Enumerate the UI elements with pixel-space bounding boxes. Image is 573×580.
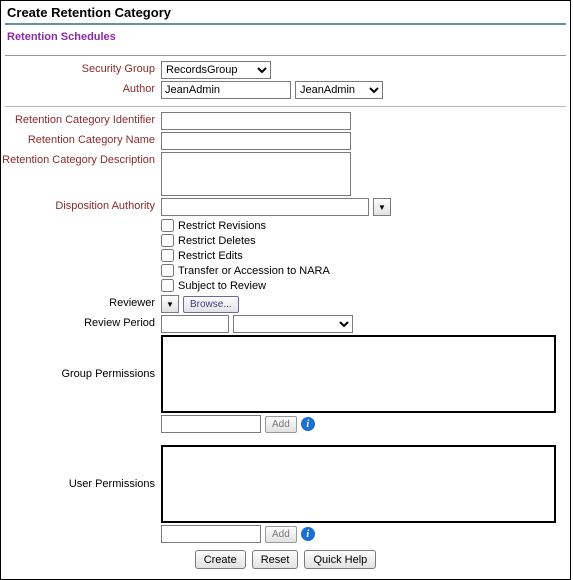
restrict-edits-line[interactable]: Restrict Edits bbox=[161, 248, 243, 263]
restrict-revisions-line[interactable]: Restrict Revisions bbox=[161, 218, 266, 233]
label-security-group: Security Group bbox=[1, 61, 161, 77]
row-security-group: Security Group RecordsGroup bbox=[1, 60, 570, 80]
reviewer-dropdown[interactable]: ▼ bbox=[161, 295, 179, 313]
label-reviewer: Reviewer bbox=[1, 295, 161, 311]
row-user-permissions: User Permissions bbox=[1, 444, 570, 524]
restrict-deletes-line[interactable]: Restrict Deletes bbox=[161, 233, 256, 248]
rc-name-input[interactable] bbox=[161, 132, 351, 150]
create-button[interactable]: Create bbox=[195, 550, 246, 569]
restrict-edits-checkbox[interactable] bbox=[161, 249, 174, 262]
info-icon[interactable]: i bbox=[301, 527, 315, 541]
section-divider-2 bbox=[5, 106, 566, 107]
disp-authority-input[interactable] bbox=[161, 198, 369, 216]
disp-authority-dropdown[interactable]: ▼ bbox=[373, 198, 391, 216]
row-rc-description: Retention Category Description bbox=[1, 151, 570, 197]
row-rc-name: Retention Category Name bbox=[1, 131, 570, 151]
chevron-down-icon: ▼ bbox=[166, 300, 174, 309]
author-select[interactable]: JeanAdmin bbox=[295, 81, 383, 99]
restrict-revisions-label: Restrict Revisions bbox=[178, 220, 266, 232]
group-permissions-box[interactable] bbox=[161, 335, 556, 413]
label-user-permissions: User Permissions bbox=[1, 476, 161, 492]
group-permissions-add-button[interactable]: Add bbox=[265, 416, 297, 433]
label-author: Author bbox=[1, 81, 161, 97]
label-rc-name: Retention Category Name bbox=[1, 132, 161, 148]
subject-review-label: Subject to Review bbox=[178, 280, 266, 292]
row-checkboxes: Restrict Revisions Restrict Deletes Rest… bbox=[1, 217, 570, 294]
review-period-input[interactable] bbox=[161, 315, 229, 333]
row-disp-authority: Disposition Authority ▼ bbox=[1, 197, 570, 217]
title-divider bbox=[5, 23, 566, 25]
label-group-permissions: Group Permissions bbox=[1, 366, 161, 382]
label-review-period: Review Period bbox=[1, 315, 161, 331]
subject-review-checkbox[interactable] bbox=[161, 279, 174, 292]
transfer-nara-label: Transfer or Accession to NARA bbox=[178, 265, 330, 277]
info-icon[interactable]: i bbox=[301, 417, 315, 431]
restrict-deletes-checkbox[interactable] bbox=[161, 234, 174, 247]
reset-button[interactable]: Reset bbox=[252, 550, 299, 569]
row-author: Author JeanAdmin bbox=[1, 80, 570, 100]
row-review-period: Review Period bbox=[1, 314, 570, 334]
transfer-nara-line[interactable]: Transfer or Accession to NARA bbox=[161, 263, 330, 278]
rc-description-textarea[interactable] bbox=[161, 152, 351, 196]
restrict-revisions-checkbox[interactable] bbox=[161, 219, 174, 232]
row-group-permissions-add: Add i bbox=[1, 414, 570, 434]
security-group-select[interactable]: RecordsGroup bbox=[161, 61, 271, 79]
restrict-deletes-label: Restrict Deletes bbox=[178, 235, 256, 247]
label-rc-identifier: Retention Category Identifier bbox=[1, 112, 161, 128]
label-rc-description: Retention Category Description bbox=[1, 152, 161, 168]
restrict-edits-label: Restrict Edits bbox=[178, 250, 243, 262]
subtitle-link[interactable]: Retention Schedules bbox=[1, 29, 570, 49]
chevron-down-icon: ▼ bbox=[378, 203, 386, 212]
row-user-permissions-add: Add i bbox=[1, 524, 570, 544]
page-container: Create Retention Category Retention Sche… bbox=[0, 0, 571, 580]
page-title: Create Retention Category bbox=[1, 1, 570, 23]
browse-button[interactable]: Browse... bbox=[183, 296, 239, 313]
author-input[interactable] bbox=[161, 81, 291, 99]
quick-help-button[interactable]: Quick Help bbox=[304, 550, 376, 569]
transfer-nara-checkbox[interactable] bbox=[161, 264, 174, 277]
row-group-permissions: Group Permissions bbox=[1, 334, 570, 414]
rc-identifier-input[interactable] bbox=[161, 112, 351, 130]
subject-review-line[interactable]: Subject to Review bbox=[161, 278, 266, 293]
group-permissions-input[interactable] bbox=[161, 415, 261, 433]
user-permissions-add-button[interactable]: Add bbox=[265, 526, 297, 543]
user-permissions-box[interactable] bbox=[161, 445, 556, 523]
row-rc-identifier: Retention Category Identifier bbox=[1, 111, 570, 131]
row-reviewer: Reviewer ▼ Browse... bbox=[1, 294, 570, 314]
section-divider-1 bbox=[5, 55, 566, 56]
label-disp-authority: Disposition Authority bbox=[1, 198, 161, 214]
review-period-select[interactable] bbox=[233, 315, 353, 333]
user-permissions-input[interactable] bbox=[161, 525, 261, 543]
